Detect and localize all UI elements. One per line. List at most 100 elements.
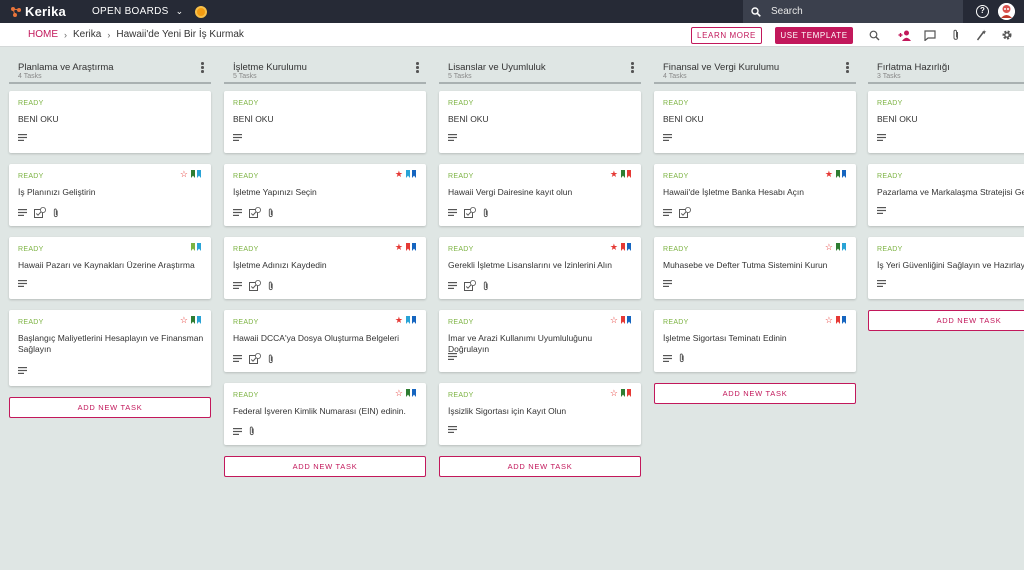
more-vert-icon[interactable]: [416, 62, 420, 74]
task-title: Federal İşveren Kimlik Numarası (EIN) ed…: [233, 406, 406, 416]
task-status: READY: [233, 319, 259, 326]
breadcrumb-org[interactable]: Kerika: [73, 29, 101, 40]
add-new-task-button[interactable]: ADD NEW TASK: [224, 456, 426, 477]
task-status: READY: [663, 319, 689, 326]
breadcrumb-home[interactable]: HOME: [28, 29, 58, 40]
star-outline-icon[interactable]: ☆: [825, 316, 833, 325]
add-new-task-button[interactable]: ADD NEW TASK: [9, 397, 211, 418]
description-icon: [448, 209, 457, 216]
task-card[interactable]: READY İşletme Adınızı Kaydedin ★: [224, 237, 426, 299]
star-outline-icon[interactable]: ☆: [610, 389, 618, 398]
search-icon[interactable]: [868, 29, 880, 41]
task-card[interactable]: READY Gerekli İşletme Lisanslarını ve İzi…: [439, 237, 641, 299]
star-icon[interactable]: ★: [825, 170, 833, 179]
task-card[interactable]: READY İşletme Sigortası Teminatı Edinin ☆: [654, 310, 856, 372]
task-card[interactable]: READY İşsizlik Sigortası için Kayıt Olun ☆: [439, 383, 641, 445]
bookmark-icon: [836, 316, 840, 324]
task-card[interactable]: READY Federal İşveren Kimlik Numarası (EI…: [224, 383, 426, 445]
column-title[interactable]: Fırlatma Hazırlığı: [877, 62, 950, 73]
bookmark-icon: [406, 389, 410, 397]
task-card[interactable]: READY Hawaii Vergi Dairesine kayıt olun ★: [439, 164, 641, 226]
bookmark-icon: [406, 170, 410, 178]
learn-more-button[interactable]: LEARN MORE: [691, 27, 762, 44]
column: Fırlatma Hazırlığı 3 Tasks READY BENİ OKU RE…: [868, 56, 1024, 331]
bookmark-icon: [836, 170, 840, 178]
task-icons: [233, 207, 281, 218]
bookmark-icon: [406, 243, 410, 251]
description-icon: [448, 134, 457, 141]
attachment-icon[interactable]: [950, 29, 962, 41]
column-title[interactable]: İşletme Kurulumu: [233, 62, 307, 73]
bookmark-icon: [412, 170, 416, 178]
task-card[interactable]: READY İmar ve Arazi Kullanımı Uyumluluğun…: [439, 310, 641, 372]
task-card[interactable]: READY BENİ OKU: [868, 91, 1024, 153]
star-outline-icon[interactable]: ☆: [180, 316, 188, 325]
task-title: BENİ OKU: [877, 114, 918, 124]
bookmark-icon: [621, 243, 625, 251]
star-outline-icon[interactable]: ☆: [395, 389, 403, 398]
task-card[interactable]: READY İşletme Yapınızı Seçin ★: [224, 164, 426, 226]
task-icons: [18, 134, 34, 141]
task-card[interactable]: READY İş Yeri Güvenliğini Sağlayın ve Haz…: [868, 237, 1024, 299]
open-boards-menu[interactable]: OPEN BOARDS ⌄: [92, 6, 184, 17]
task-card[interactable]: READY Hawaii'de İşletme Banka Hesabı Açın…: [654, 164, 856, 226]
star-outline-icon[interactable]: ☆: [610, 316, 618, 325]
bookmark-icon: [842, 243, 846, 251]
task-card[interactable]: READY BENİ OKU: [439, 91, 641, 153]
task-card[interactable]: READY BENİ OKU: [224, 91, 426, 153]
add-person-icon[interactable]: [898, 29, 912, 41]
add-new-task-button[interactable]: ADD NEW TASK: [868, 310, 1024, 331]
top-bar: Kerika OPEN BOARDS ⌄ Search ?: [0, 0, 1024, 23]
task-card[interactable]: READY Hawaii DCCA'ya Dosya Oluşturma Belg…: [224, 310, 426, 372]
star-icon[interactable]: ★: [395, 170, 403, 179]
description-icon: [663, 209, 672, 216]
more-vert-icon[interactable]: [201, 62, 205, 74]
avatar[interactable]: [998, 3, 1015, 20]
column-title[interactable]: Planlama ve Araştırma: [18, 62, 114, 73]
star-outline-icon[interactable]: ☆: [180, 170, 188, 179]
task-status: READY: [18, 319, 44, 326]
wand-icon[interactable]: [975, 29, 987, 41]
task-card[interactable]: READY BENİ OKU: [654, 91, 856, 153]
more-vert-icon[interactable]: [846, 62, 850, 74]
more-vert-icon[interactable]: [631, 62, 635, 74]
task-card[interactable]: READY İş Planınızı Geliştirin ☆: [9, 164, 211, 226]
task-flags: ☆: [610, 389, 633, 398]
task-card[interactable]: READY BENİ OKU: [9, 91, 211, 153]
bookmark-icon: [621, 389, 625, 397]
task-card[interactable]: READY Başlangıç Maliyetlerini Hesaplayın …: [9, 310, 211, 386]
star-icon[interactable]: ★: [610, 170, 618, 179]
search-input[interactable]: Search: [743, 0, 963, 23]
task-card[interactable]: READY Hawaii Pazarı ve Kaynakları Üzerine…: [9, 237, 211, 299]
star-icon[interactable]: ★: [610, 243, 618, 252]
task-flags: ★: [395, 170, 418, 179]
kerika-logo[interactable]: Kerika: [10, 4, 66, 19]
star-outline-icon[interactable]: ☆: [825, 243, 833, 252]
add-new-task-button[interactable]: ADD NEW TASK: [654, 383, 856, 404]
task-flags: ☆: [825, 316, 848, 325]
add-new-task-button[interactable]: ADD NEW TASK: [439, 456, 641, 477]
breadcrumb-board: Hawaii'de Yeni Bir İş Kurmak: [116, 29, 244, 40]
task-status: READY: [877, 173, 903, 180]
bookmark-icon: [627, 243, 631, 251]
task-status: READY: [448, 100, 474, 107]
gear-icon[interactable]: [1001, 29, 1013, 41]
attachment-icon: [483, 208, 489, 218]
star-icon[interactable]: ★: [395, 316, 403, 325]
column-task-count: 5 Tasks: [233, 73, 257, 80]
task-flags: [191, 243, 203, 251]
task-icons: [448, 426, 464, 433]
column-title[interactable]: Finansal ve Vergi Kurulumu: [663, 62, 779, 73]
task-title: Hawaii Pazarı ve Kaynakları Üzerine Araş…: [18, 260, 195, 270]
chat-icon[interactable]: [924, 29, 936, 41]
description-icon: [18, 367, 27, 374]
task-status: READY: [877, 100, 903, 107]
use-template-button[interactable]: USE TEMPLATE: [775, 27, 853, 44]
column-title[interactable]: Lisanslar ve Uyumluluk: [448, 62, 546, 73]
help-icon[interactable]: ?: [976, 5, 989, 18]
task-card[interactable]: READY Pazarlama ve Markalaşma Stratejisi …: [868, 164, 1024, 226]
sun-icon[interactable]: [195, 5, 208, 18]
star-icon[interactable]: ★: [395, 243, 403, 252]
task-card[interactable]: READY Muhasebe ve Defter Tutma Sistemini …: [654, 237, 856, 299]
bookmark-icon: [621, 316, 625, 324]
